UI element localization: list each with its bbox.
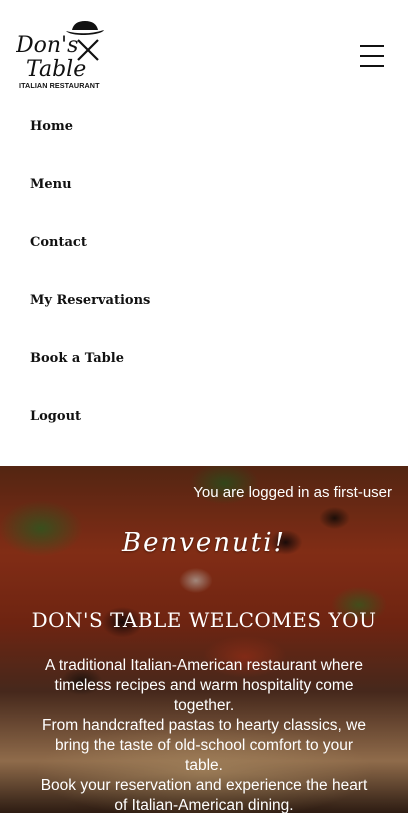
- hero-paragraph: A traditional Italian-American restauran…: [45, 657, 363, 714]
- main-nav: Home Menu Contact My Reservations Book a…: [0, 98, 408, 446]
- hamburger-line: [360, 65, 384, 67]
- hero-content: You are logged in as first-user Benvenut…: [0, 466, 408, 813]
- nav-item-logout[interactable]: Logout: [0, 388, 408, 446]
- hamburger-line: [360, 55, 384, 57]
- site-header: Don's Table ITALIAN RESTAURANT: [0, 0, 408, 110]
- svg-text:Table: Table: [26, 57, 86, 80]
- svg-text:Don's: Don's: [16, 33, 78, 58]
- hero-paragraph: From handcrafted pastas to hearty classi…: [42, 717, 366, 774]
- hamburger-line: [360, 45, 384, 47]
- hero-section: You are logged in as first-user Benvenut…: [0, 466, 408, 813]
- hero-paragraph: Book your reservation and experience the…: [40, 777, 368, 813]
- nav-item-my-reservations[interactable]: My Reservations: [0, 272, 408, 330]
- nav-item-home[interactable]: Home: [0, 98, 408, 156]
- hamburger-menu-icon[interactable]: [360, 44, 386, 68]
- brand-logo[interactable]: Don's Table ITALIAN RESTAURANT: [16, 18, 108, 92]
- hero-title: DON'S TABLE WELCOMES YOU: [31, 608, 377, 632]
- hero-greeting: Benvenuti!: [121, 528, 286, 558]
- nav-item-menu[interactable]: Menu: [0, 156, 408, 214]
- logged-in-status: You are logged in as first-user: [193, 484, 392, 501]
- nav-item-book-a-table[interactable]: Book a Table: [0, 330, 408, 388]
- logo-subtitle: ITALIAN RESTAURANT: [19, 81, 100, 90]
- fedora-fork-logo-icon: Don's Table: [16, 21, 104, 80]
- hero-description: A traditional Italian-American restauran…: [40, 656, 368, 813]
- nav-item-contact[interactable]: Contact: [0, 214, 408, 272]
